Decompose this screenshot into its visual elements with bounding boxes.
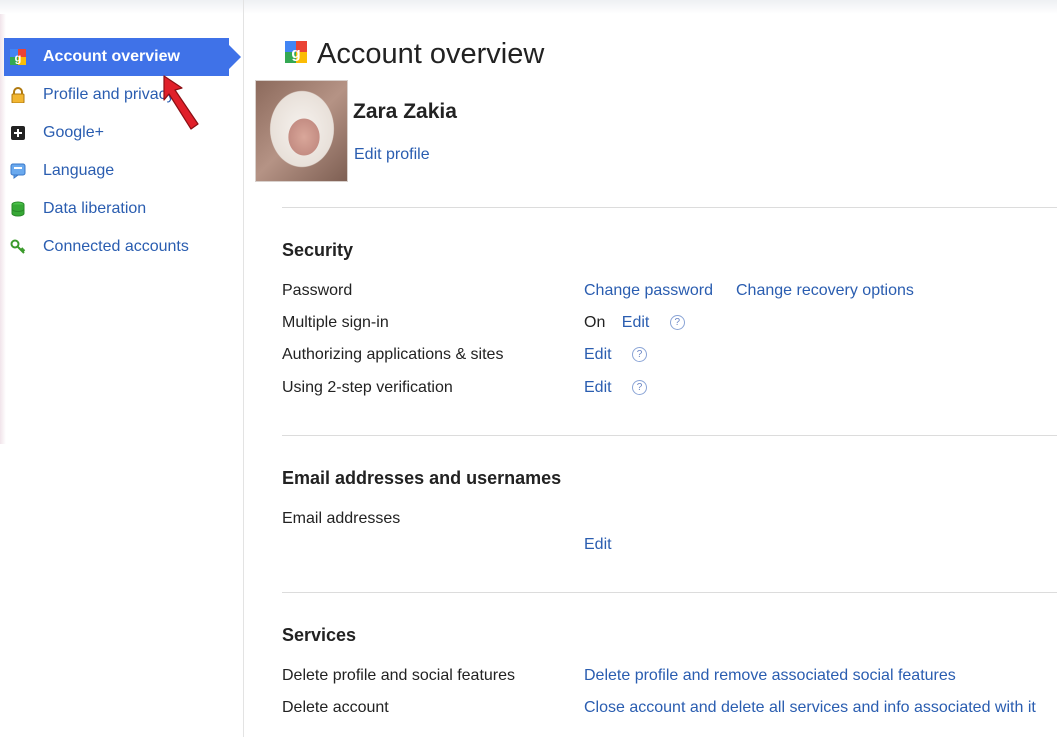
svg-text:g: g (291, 45, 300, 62)
multiple-signin-controls: On Edit ? (584, 314, 685, 332)
multiple-signin-label: Multiple sign-in (282, 314, 389, 331)
sidebar-item-language[interactable]: Language (4, 152, 244, 190)
google-plus-icon (10, 125, 26, 141)
help-icon[interactable]: ? (632, 380, 648, 395)
sidebar-item-account-overview[interactable]: g Account overview (4, 38, 241, 76)
divider (282, 435, 1057, 436)
security-section-title: Security (282, 240, 354, 260)
multiple-signin-status: On (584, 314, 606, 331)
sidebar: g Account overview Profile and privacy G… (0, 0, 244, 737)
help-icon[interactable]: ? (669, 315, 685, 330)
sidebar-item-label: Language (43, 162, 115, 179)
sidebar-item-label: Data liberation (43, 200, 147, 217)
delete-account-link[interactable]: Close account and delete all services an… (584, 699, 1036, 717)
google-g-icon: g (10, 49, 26, 65)
sidebar-nav: g Account overview Profile and privacy G… (4, 38, 244, 266)
user-name: Zara Zakia (353, 100, 457, 123)
main-content: g Account overview Zara Zakia Edit profi… (255, 0, 1057, 737)
help-icon[interactable]: ? (632, 347, 648, 362)
email-section-title: Email addresses and usernames (282, 468, 562, 488)
edit-profile-link[interactable]: Edit profile (354, 146, 430, 164)
avatar[interactable] (255, 80, 348, 182)
email-edit-link[interactable]: Edit (584, 536, 612, 554)
page-header: g Account overview (285, 38, 544, 71)
delete-profile-label: Delete profile and social features (282, 667, 516, 684)
key-icon (10, 239, 26, 255)
services-section-title: Services (282, 625, 357, 645)
delete-profile-link[interactable]: Delete profile and remove associated soc… (584, 667, 956, 685)
database-icon (10, 201, 26, 217)
google-g-icon: g (285, 41, 307, 68)
pointer-arrow-icon (163, 75, 199, 130)
sidebar-item-connected-accounts[interactable]: Connected accounts (4, 228, 244, 266)
sidebar-item-label: Connected accounts (43, 238, 189, 255)
svg-text:g: g (15, 53, 22, 65)
speech-bubble-icon (10, 163, 26, 179)
authorizing-apps-edit-link[interactable]: Edit (584, 346, 612, 363)
page-title: Account overview (317, 38, 545, 70)
authorizing-apps-label: Authorizing applications & sites (282, 346, 504, 363)
lock-icon (10, 87, 26, 103)
email-addresses-label: Email addresses (282, 510, 401, 527)
change-recovery-options-link[interactable]: Change recovery options (736, 282, 914, 300)
sidebar-item-data-liberation[interactable]: Data liberation (4, 190, 244, 228)
divider (282, 207, 1057, 208)
delete-account-label: Delete account (282, 699, 389, 716)
sidebar-item-google-plus[interactable]: Google+ (4, 114, 244, 152)
sidebar-item-label: Account overview (43, 48, 180, 65)
authorizing-apps-controls: Edit ? (584, 346, 648, 364)
multiple-signin-edit-link[interactable]: Edit (622, 314, 650, 331)
sidebar-item-label: Profile and privacy (43, 86, 175, 103)
two-step-controls: Edit ? (584, 379, 648, 397)
change-password-link[interactable]: Change password (584, 282, 713, 300)
two-step-label: Using 2-step verification (282, 379, 453, 396)
password-label: Password (282, 282, 353, 299)
sidebar-item-profile-privacy[interactable]: Profile and privacy (4, 76, 244, 114)
divider (282, 592, 1057, 593)
sidebar-item-label: Google+ (43, 124, 104, 141)
two-step-edit-link[interactable]: Edit (584, 379, 612, 396)
